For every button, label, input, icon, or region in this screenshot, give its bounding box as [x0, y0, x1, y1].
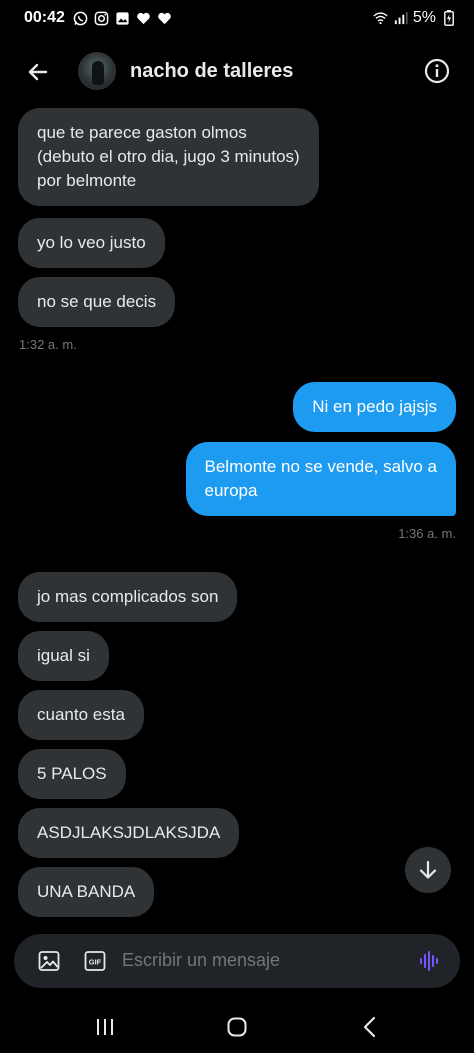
message-bubble-outgoing[interactable]: Belmonte no se vende, salvo a europa	[185, 442, 456, 516]
signal-icon	[393, 11, 408, 26]
contact-name[interactable]: nacho de talleres	[130, 60, 293, 83]
status-bar: 00:42 5%	[0, 0, 474, 36]
whatsapp-icon	[73, 11, 88, 26]
system-nav-bar	[0, 1000, 474, 1053]
back-icon[interactable]	[357, 1014, 383, 1040]
message-bubble-incoming[interactable]: no se que decis	[18, 277, 176, 327]
message-bubble-incoming[interactable]: 5 PALOS	[18, 749, 126, 799]
message-input[interactable]	[122, 950, 402, 971]
voice-icon[interactable]	[418, 949, 442, 973]
message-bubble-incoming[interactable]: que te parece gaston olmos (debuto el ot…	[18, 108, 319, 206]
back-button[interactable]	[22, 56, 54, 88]
arrow-down-icon	[419, 860, 437, 879]
avatar[interactable]	[78, 52, 116, 90]
message-bubble-outgoing[interactable]: Ni en pedo jajsjs	[293, 382, 456, 432]
svg-text:GIF: GIF	[89, 958, 102, 967]
battery-percent: 5%	[412, 9, 436, 26]
battery-icon	[441, 10, 456, 26]
message-timestamp: 1:36 a. m.	[398, 526, 456, 541]
status-time: 00:42	[24, 9, 65, 26]
gallery-icon	[115, 11, 130, 26]
message-bubble-incoming[interactable]: cuanto esta	[18, 690, 144, 740]
message-bubble-incoming[interactable]: igual si	[18, 631, 109, 681]
instagram-icon	[94, 11, 109, 26]
message-bubble-incoming[interactable]: UNA BANDA	[18, 867, 155, 917]
info-icon	[424, 58, 450, 84]
arrow-left-icon	[28, 63, 48, 81]
message-composer: GIF	[14, 934, 460, 988]
home-icon[interactable]	[224, 1014, 250, 1040]
wifi-icon	[373, 11, 388, 26]
recent-apps-icon[interactable]	[92, 1014, 118, 1040]
message-bubble-incoming[interactable]: yo lo veo justo	[18, 218, 165, 268]
conversation-header: nacho de talleres	[0, 44, 474, 100]
message-bubble-incoming[interactable]: jo mas complicados son	[18, 572, 238, 622]
gif-icon[interactable]: GIF	[83, 949, 107, 973]
heart-icon	[136, 11, 151, 26]
scroll-to-bottom-button[interactable]	[405, 847, 451, 893]
message-bubble-incoming[interactable]: ASDJLAKSJDLAKSJDA	[18, 808, 240, 858]
message-timestamp: 1:32 a. m.	[19, 337, 77, 352]
image-icon[interactable]	[37, 949, 61, 973]
heart-icon	[157, 11, 172, 26]
info-button[interactable]	[424, 58, 450, 84]
